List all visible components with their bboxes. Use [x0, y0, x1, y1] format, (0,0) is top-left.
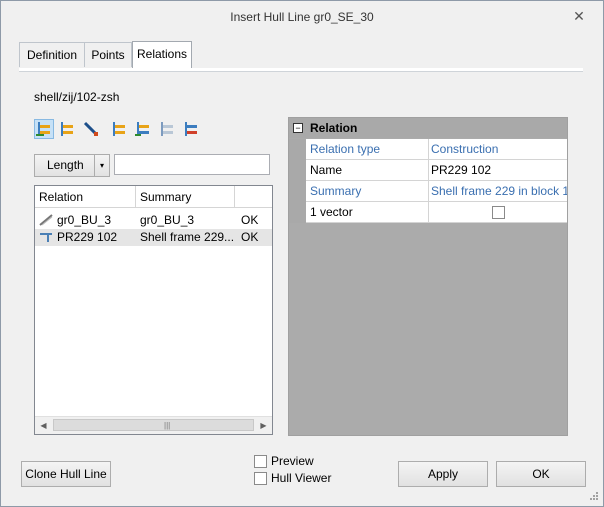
- property-row[interactable]: Name PR229 102: [289, 160, 567, 181]
- preview-label: Preview: [271, 454, 314, 468]
- filter-input[interactable]: [114, 154, 270, 175]
- relation-status: OK: [241, 213, 259, 227]
- property-value[interactable]: Construction: [431, 142, 567, 156]
- tab-panel-border: [19, 68, 583, 72]
- object-path: shell/zij/102-zsh: [34, 90, 120, 104]
- relation-name: gr0_BU_3: [57, 213, 112, 227]
- column-header-status[interactable]: [235, 186, 272, 208]
- column-divider: [428, 160, 429, 180]
- property-row[interactable]: 1 vector: [289, 202, 567, 223]
- title-bar[interactable]: Insert Hull Line gr0_SE_30 ✕: [1, 1, 603, 33]
- add-relation-icon[interactable]: [34, 119, 54, 139]
- insert-hull-line-dialog: Insert Hull Line gr0_SE_30 ✕ Definition …: [0, 0, 604, 507]
- scroll-thumb[interactable]: |||: [53, 419, 254, 431]
- scroll-left-icon[interactable]: ◀: [35, 417, 52, 434]
- property-grid: − Relation Relation type Construction Na…: [288, 117, 568, 436]
- window-title: Insert Hull Line gr0_SE_30: [230, 10, 374, 24]
- scroll-right-icon[interactable]: ▶: [255, 417, 272, 434]
- column-divider: [428, 139, 429, 159]
- column-header-relation[interactable]: Relation: [35, 186, 136, 208]
- tab-points[interactable]: Points: [84, 42, 132, 67]
- property-name: 1 vector: [310, 205, 353, 219]
- property-name: Summary: [310, 184, 362, 198]
- list-item[interactable]: gr0_BU_3 gr0_BU_3 OK: [35, 212, 272, 229]
- row-gutter: [289, 181, 306, 202]
- row-gutter: [289, 139, 306, 160]
- remove-list-icon[interactable]: [158, 120, 176, 138]
- row-gutter: [289, 202, 306, 223]
- preview-checkbox[interactable]: [254, 455, 267, 468]
- relation-summary: Shell frame 229...: [140, 230, 234, 244]
- list-item[interactable]: PR229 102 Shell frame 229... OK: [35, 229, 272, 246]
- property-category[interactable]: − Relation: [289, 118, 567, 138]
- filter-combo-value: Length: [47, 158, 84, 172]
- column-header-summary[interactable]: Summary: [136, 186, 235, 208]
- relation-name: PR229 102: [57, 230, 118, 244]
- grip-icon: |||: [164, 421, 171, 430]
- hull-viewer-label: Hull Viewer: [271, 471, 332, 485]
- tree-relation-icon[interactable]: [58, 120, 76, 138]
- column-divider: [428, 181, 429, 201]
- tab-relations[interactable]: Relations: [132, 41, 192, 68]
- horizontal-scrollbar[interactable]: ◀ ||| ▶: [35, 416, 272, 434]
- chevron-down-icon[interactable]: ▾: [94, 155, 109, 176]
- filter-combo[interactable]: Length ▾: [34, 154, 110, 177]
- clone-hull-line-button[interactable]: Clone Hull Line: [21, 461, 111, 487]
- frame-icon: [39, 231, 53, 243]
- row-gutter: [289, 160, 306, 181]
- property-value[interactable]: Shell frame 229 in block 1: [431, 184, 567, 198]
- vector-checkbox[interactable]: [492, 206, 505, 219]
- add-list-icon[interactable]: [134, 120, 152, 138]
- ok-button[interactable]: OK: [496, 461, 586, 487]
- tab-definition[interactable]: Definition: [19, 42, 85, 67]
- column-divider: [428, 202, 429, 222]
- seam-icon: [39, 214, 53, 226]
- resize-grip-icon[interactable]: [589, 491, 599, 503]
- property-row[interactable]: Summary Shell frame 229 in block 1: [289, 181, 567, 202]
- edit-relation-icon[interactable]: [82, 120, 100, 138]
- apply-button[interactable]: Apply: [398, 461, 488, 487]
- property-name: Name: [310, 163, 343, 177]
- hull-viewer-checkbox[interactable]: [254, 472, 267, 485]
- relation-summary: gr0_BU_3: [140, 213, 195, 227]
- property-name: Relation type: [310, 142, 381, 156]
- property-category-label: Relation: [310, 121, 358, 135]
- close-icon[interactable]: ✕: [569, 7, 589, 25]
- relation-list[interactable]: Relation Summary gr0_BU_3 gr0_BU_3 OK PR…: [34, 185, 273, 435]
- relation-status: OK: [241, 230, 259, 244]
- tree-list-icon[interactable]: [110, 120, 128, 138]
- property-row[interactable]: Relation type Construction: [289, 139, 567, 160]
- collapse-icon[interactable]: −: [293, 123, 303, 133]
- property-value[interactable]: PR229 102: [431, 163, 567, 177]
- delete-list-icon[interactable]: [182, 120, 200, 138]
